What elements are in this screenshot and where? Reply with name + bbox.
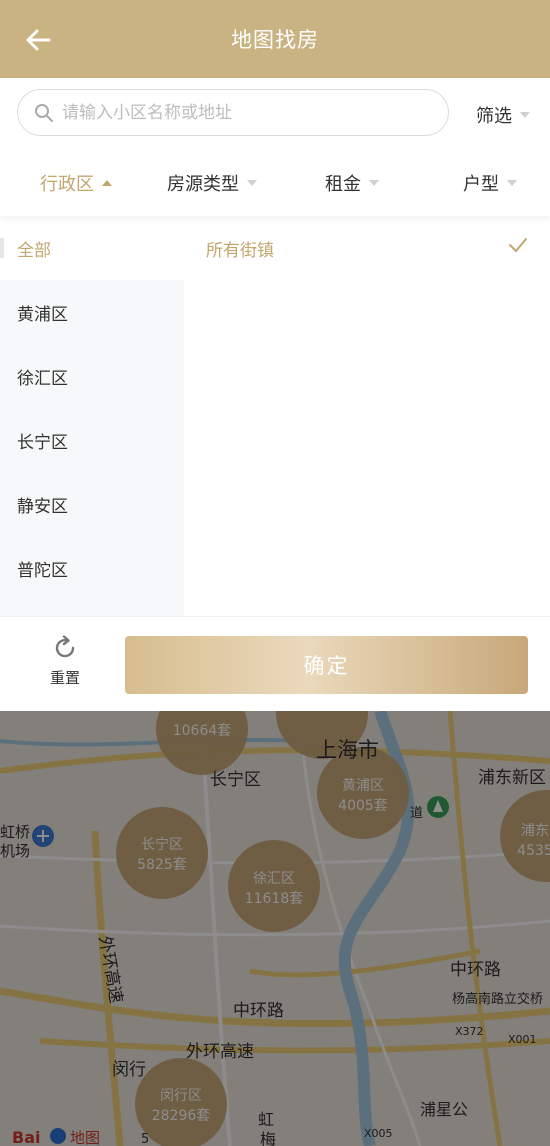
tab-label: 户型	[463, 174, 499, 195]
map-label-shanghai: 上海市	[316, 738, 379, 762]
cluster-count: 10664套	[173, 723, 232, 739]
baidu-logo: Bai 地图	[12, 1128, 100, 1146]
district-item-changning[interactable]: 长宁区	[0, 408, 184, 472]
cluster-name: 浦东	[521, 823, 549, 839]
map-label-five: 5	[141, 1132, 149, 1146]
filter-tabs: 行政区 房源类型 租金 户型	[0, 148, 550, 216]
cluster-count: 11618套	[245, 891, 304, 907]
tab-label: 行政区	[40, 174, 94, 195]
district-item-jingan[interactable]: 静安区	[0, 472, 184, 536]
map-label-x001: X001	[508, 1033, 537, 1046]
map-canvas: 10664套 黄浦区 4005套 浦东 4535 长宁区 5825套 徐汇区 1…	[0, 711, 550, 1146]
baidu-map-text: 地图	[70, 1129, 100, 1146]
caret-down-icon	[507, 180, 517, 186]
header-bar: 地图找房	[0, 0, 550, 78]
street-label: 所有街镇	[206, 240, 274, 261]
map-label-minhang: 闵行	[112, 1060, 146, 1080]
district-panel: 全部 黄浦区 徐汇区 长宁区 静安区 普陀区 所有街镇	[0, 216, 550, 616]
cluster-name: 长宁区	[141, 836, 183, 853]
search-icon	[35, 103, 53, 122]
page-title: 地图找房	[231, 28, 319, 52]
district-item-huangpu[interactable]: 黄浦区	[0, 280, 184, 344]
district-list: 全部 黄浦区 徐汇区 长宁区 静安区 普陀区	[0, 216, 184, 616]
tab-layout[interactable]: 户型	[463, 170, 517, 196]
tab-label: 租金	[325, 174, 361, 195]
caret-down-icon	[247, 180, 257, 186]
search-box[interactable]	[17, 89, 449, 136]
cluster-name: 黄浦区	[342, 777, 384, 794]
reset-label: 重置	[49, 669, 80, 687]
cluster-name: 徐汇区	[253, 871, 295, 887]
map-label-ring-outer: 外环高速	[186, 1042, 254, 1062]
cluster-name: 闵行区	[160, 1088, 202, 1104]
map-label-ring-mid2: 中环路	[233, 1001, 284, 1021]
filter-button[interactable]: 筛选	[476, 102, 530, 128]
cluster-count: 5825套	[137, 857, 187, 873]
reset-button[interactable]: 重置	[40, 635, 90, 688]
caret-up-icon	[102, 180, 112, 186]
map-label-dao: 道	[410, 806, 423, 821]
map-label-mei: 梅	[260, 1130, 276, 1146]
filter-label: 筛选	[476, 106, 512, 127]
search-input[interactable]	[62, 102, 422, 123]
map-label-pudong: 浦东新区	[478, 768, 546, 788]
tab-rent[interactable]: 租金	[325, 170, 379, 196]
caret-down-icon	[520, 112, 530, 118]
map-label-yanggao: 杨高南路立交桥	[452, 991, 543, 1007]
cluster-xuhui[interactable]: 徐汇区 11618套	[228, 840, 320, 932]
map-label-hong: 虹	[258, 1110, 274, 1129]
back-button[interactable]	[20, 22, 56, 58]
map-label-airport: 机场	[0, 842, 30, 860]
cluster-changning[interactable]: 长宁区 5825套	[116, 807, 208, 899]
tab-district[interactable]: 行政区	[40, 170, 112, 196]
checkmark-icon	[509, 238, 527, 252]
map-label-ring-mid: 中环路	[450, 960, 501, 980]
baidu-text: Bai	[12, 1128, 40, 1146]
district-item-putuo[interactable]: 普陀区	[0, 536, 184, 600]
district-item-all[interactable]: 全部	[0, 216, 184, 280]
arrow-left-icon	[26, 29, 51, 51]
district-item-xuhui[interactable]: 徐汇区	[0, 344, 184, 408]
caret-down-icon	[369, 180, 379, 186]
map-label-hongqiao: 虹桥	[0, 823, 30, 841]
map-label-x005: X005	[364, 1127, 393, 1140]
map-view[interactable]: 10664套 黄浦区 4005套 浦东 4535 长宁区 5825套 徐汇区 1…	[0, 711, 550, 1146]
search-row: 筛选	[0, 78, 550, 148]
street-item-all[interactable]: 所有街镇	[206, 216, 550, 280]
tab-label: 房源类型	[167, 174, 239, 195]
map-label-x372: X372	[455, 1025, 484, 1038]
refresh-icon	[55, 635, 75, 658]
map-label-pujiang: 浦星公	[420, 1100, 468, 1119]
tab-house-type[interactable]: 房源类型	[167, 170, 257, 196]
cluster-count: 4535	[517, 843, 550, 859]
map-label-changning: 长宁区	[210, 770, 261, 790]
cluster-count: 4005套	[338, 798, 388, 814]
cluster-count: 28296套	[152, 1108, 211, 1124]
bottom-bar: 重置 确定	[0, 616, 550, 711]
confirm-button[interactable]: 确定	[125, 636, 528, 694]
